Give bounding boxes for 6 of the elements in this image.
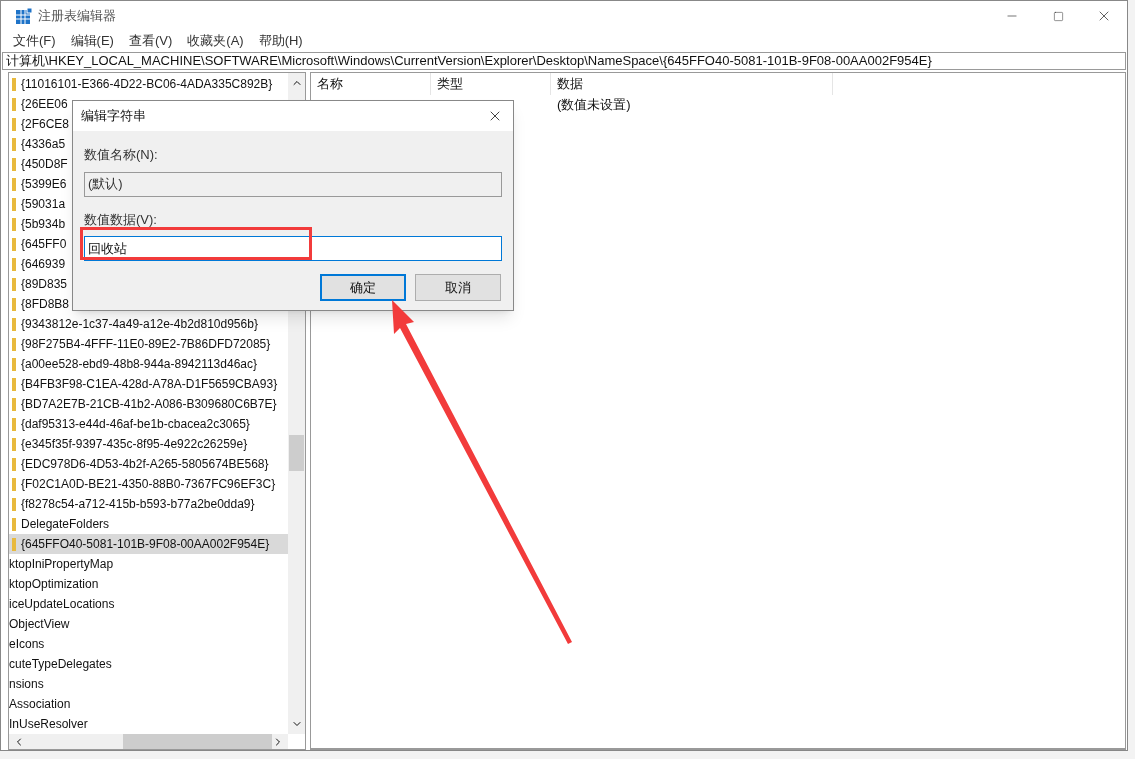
field-label: 数值名称(N):	[84, 146, 159, 164]
dialog-title: 编辑字符串	[81, 107, 146, 126]
field-label: 数值数据(V):	[84, 210, 158, 229]
name-field: (默认)	[84, 171, 502, 197]
window-title: 注册表编辑器	[38, 7, 116, 26]
table-cell-text: (数值未设置)	[557, 96, 631, 115]
